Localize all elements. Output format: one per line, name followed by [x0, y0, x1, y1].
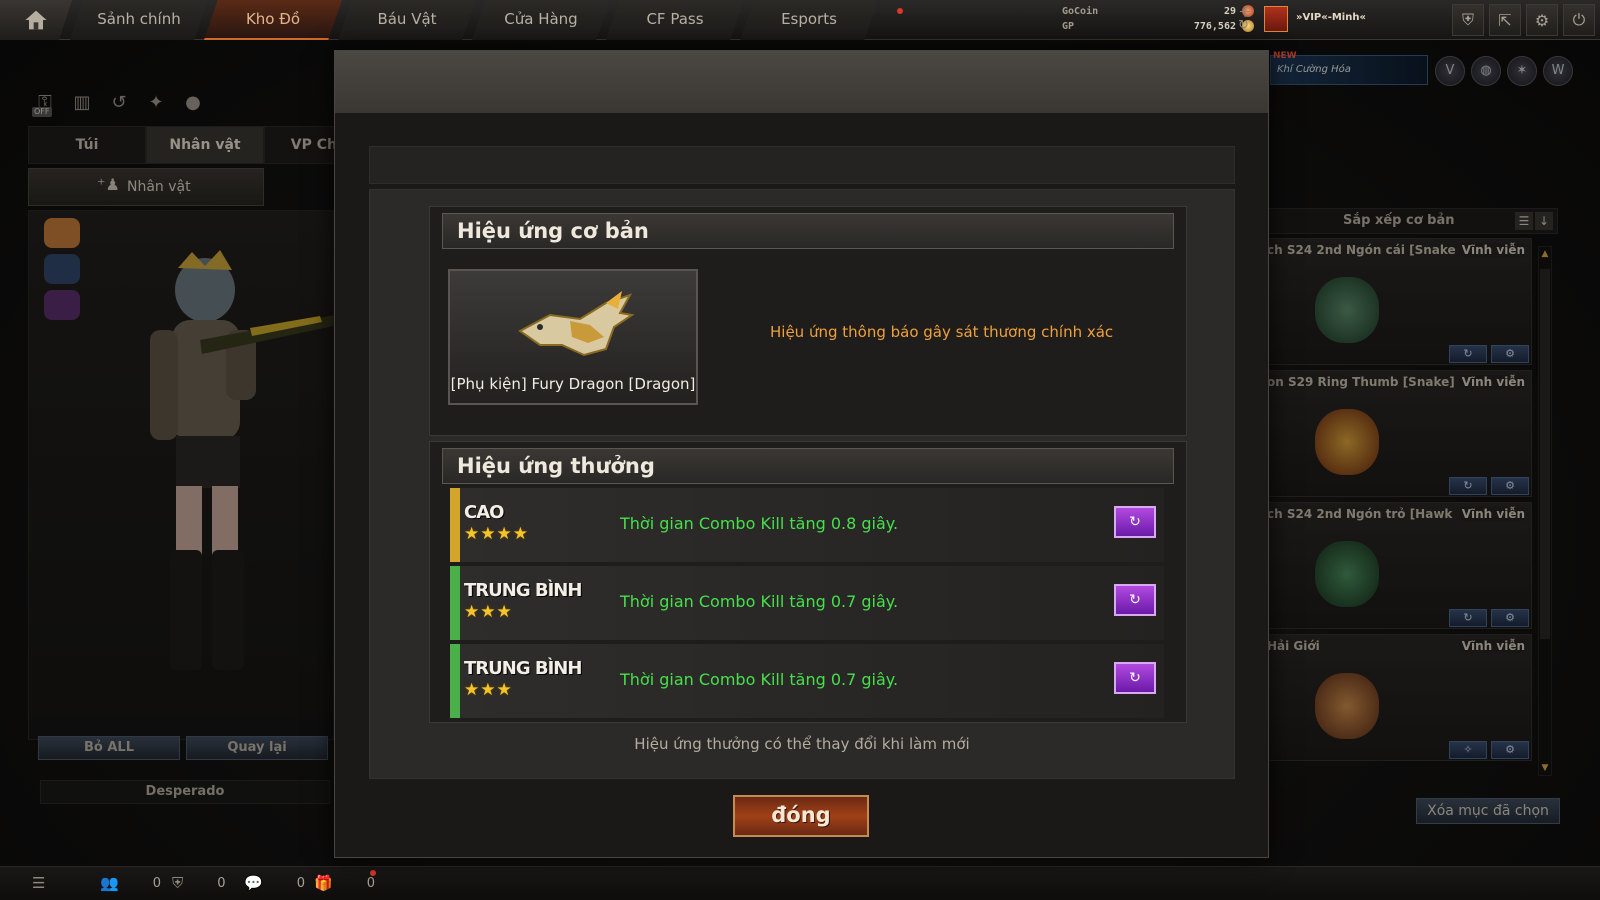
- gocoin-value: 29: [1223, 6, 1236, 17]
- item-caption: [Phụ kiện] Fury Dragon [Dragon]: [450, 375, 696, 393]
- base-effect-section: Hiệu ứng cơ bản [Phụ kiện] Fury Dragon […: [429, 206, 1187, 436]
- effect-stars: ★★★: [464, 680, 513, 700]
- effect-description: Thời gian Combo Kill tăng 0.8 giây.: [620, 514, 899, 533]
- bonus-effect-section: Hiệu ứng thưởng CAO ★★★★ Thời gian Combo…: [429, 441, 1187, 723]
- friends-count: 0: [152, 875, 161, 891]
- gp-value: 776,562: [1193, 21, 1236, 32]
- currency-panel: GoCoin 29 GP 776,562: [1062, 4, 1262, 34]
- gocoin-label: GoCoin: [1062, 6, 1099, 17]
- effect-description: Thời gian Combo Kill tăng 0.7 giây.: [620, 592, 899, 611]
- bottom-bar: ☰ 👥 0 ⛨ 0 💬 0 🎁 0: [0, 866, 1600, 900]
- gift-notification-dot: [370, 870, 376, 876]
- clan-count: 0: [217, 875, 226, 891]
- clan-shield-icon[interactable]: ⛨: [1452, 4, 1484, 36]
- user-name[interactable]: »VIP«-Minh«: [1296, 12, 1366, 23]
- effect-row: TRUNG BÌNH ★★★ Thời gian Combo Kill tăng…: [450, 566, 1164, 640]
- main-nav: Sảnh chính Kho Đồ Báu Vật Cửa Hàng CF Pa…: [70, 0, 878, 40]
- item-preview: [Phụ kiện] Fury Dragon [Dragon]: [448, 269, 698, 405]
- chat-counter[interactable]: 💬 0: [244, 874, 305, 892]
- effect-tier: CAO: [464, 502, 504, 523]
- top-icons: ⛨ ⇱ ⚙ ⏻: [1452, 4, 1600, 36]
- nav-cf-pass[interactable]: CF Pass: [606, 0, 744, 40]
- home-button[interactable]: [0, 0, 72, 40]
- rank-badge-icon: [1264, 6, 1288, 32]
- nav-esports[interactable]: Esports: [740, 0, 878, 40]
- effect-row: CAO ★★★★ Thời gian Combo Kill tăng 0.8 g…: [450, 488, 1164, 562]
- effect-dialog: Hiệu ứng cơ bản [Phụ kiện] Fury Dragon […: [334, 50, 1269, 858]
- nav-inventory[interactable]: Kho Đồ: [204, 0, 342, 40]
- chat-count: 0: [296, 875, 305, 891]
- dialog-title-bar: [369, 146, 1235, 184]
- friends-counter[interactable]: 👥 0: [100, 874, 161, 892]
- bonus-effect-title: Hiệu ứng thưởng: [442, 448, 1174, 484]
- effect-row: TRUNG BÌNH ★★★ Thời gian Combo Kill tăng…: [450, 644, 1164, 718]
- effect-description: Thời gian Combo Kill tăng 0.7 giây.: [620, 670, 899, 689]
- effect-tier: TRUNG BÌNH: [464, 580, 582, 601]
- gift-counter[interactable]: 🎁 0: [314, 874, 375, 892]
- top-bar: Sảnh chính Kho Đồ Báu Vật Cửa Hàng CF Pa…: [0, 0, 1600, 40]
- gp-label: GP: [1062, 21, 1075, 32]
- menu-icon[interactable]: ☰: [32, 874, 79, 892]
- reroll-gp-icon[interactable]: ↻: [1114, 506, 1156, 538]
- nav-shop[interactable]: Cửa Hàng: [472, 0, 610, 40]
- clan-counter[interactable]: ⛨ 0: [172, 874, 226, 892]
- reroll-gp-icon[interactable]: ↻: [1114, 584, 1156, 616]
- exit-icon[interactable]: ⇱: [1489, 4, 1521, 36]
- reroll-gp-icon[interactable]: ↻: [1114, 662, 1156, 694]
- chat-icon: 💬: [244, 874, 263, 892]
- gift-count: 0: [366, 875, 375, 891]
- settings-gear-icon[interactable]: ⚙: [1526, 4, 1558, 36]
- notification-dot: [897, 8, 903, 14]
- shield-icon: ⛨: [172, 874, 184, 892]
- friends-icon: 👥: [100, 874, 119, 892]
- effect-stars: ★★★: [464, 602, 513, 622]
- home-icon: [25, 10, 47, 30]
- dialog-header: [335, 51, 1268, 113]
- reroll-note: Hiệu ứng thưởng có thể thay đổi khi làm …: [634, 735, 970, 753]
- effect-tier: TRUNG BÌNH: [464, 658, 582, 679]
- close-button[interactable]: đóng: [733, 795, 869, 837]
- power-icon[interactable]: ⏻: [1563, 4, 1595, 36]
- base-effect-title: Hiệu ứng cơ bản: [442, 213, 1174, 249]
- nav-treasure[interactable]: Báu Vật: [338, 0, 476, 40]
- refresh-currency-icon[interactable]: ↻: [1238, 18, 1249, 33]
- gift-icon: 🎁: [314, 874, 333, 892]
- nav-lobby[interactable]: Sảnh chính: [70, 0, 208, 40]
- base-effect-description: Hiệu ứng thông báo gây sát thương chính …: [770, 323, 1114, 341]
- dragon-item-icon: [518, 291, 635, 357]
- effect-stars: ★★★★: [464, 524, 529, 544]
